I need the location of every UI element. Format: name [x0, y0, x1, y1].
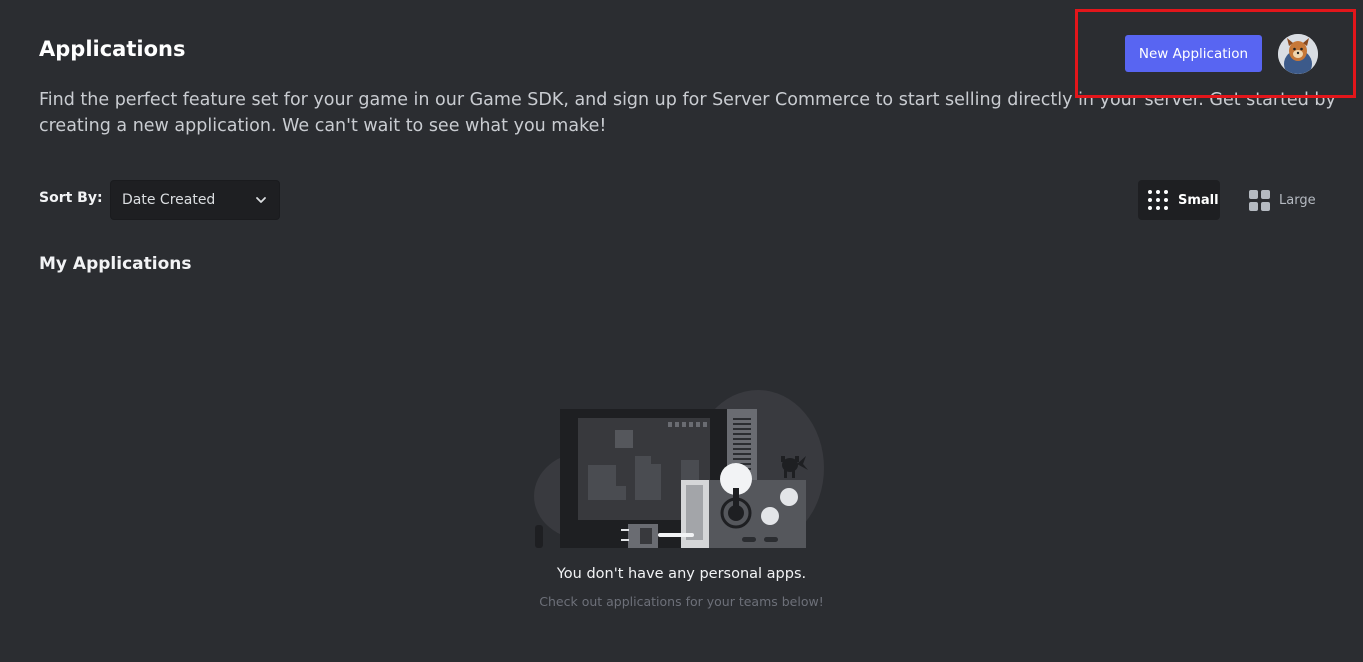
view-large-toggle[interactable]: Large: [1240, 180, 1320, 220]
sort-select-value: Date Created: [122, 192, 216, 208]
my-applications-title: My Applications: [39, 254, 192, 274]
small-grid-icon: [1148, 190, 1168, 210]
empty-state-title: You don't have any personal apps.: [556, 566, 807, 582]
sort-select[interactable]: Date Created: [110, 180, 280, 220]
arcade-machine-illustration-icon: [534, 390, 824, 548]
sort-by-label: Sort By:: [39, 190, 103, 206]
large-grid-icon: [1249, 189, 1270, 211]
description-line-2: creating a new application. We can't wai…: [39, 116, 607, 136]
view-small-toggle[interactable]: Small: [1138, 180, 1220, 220]
page-title: Applications: [39, 37, 186, 61]
chevron-down-icon: [256, 197, 266, 203]
empty-state-subtitle: Check out applications for your teams be…: [539, 594, 824, 609]
view-large-label: Large: [1279, 192, 1316, 208]
view-small-label: Small: [1178, 192, 1219, 208]
highlight-annotation: [1075, 9, 1356, 98]
